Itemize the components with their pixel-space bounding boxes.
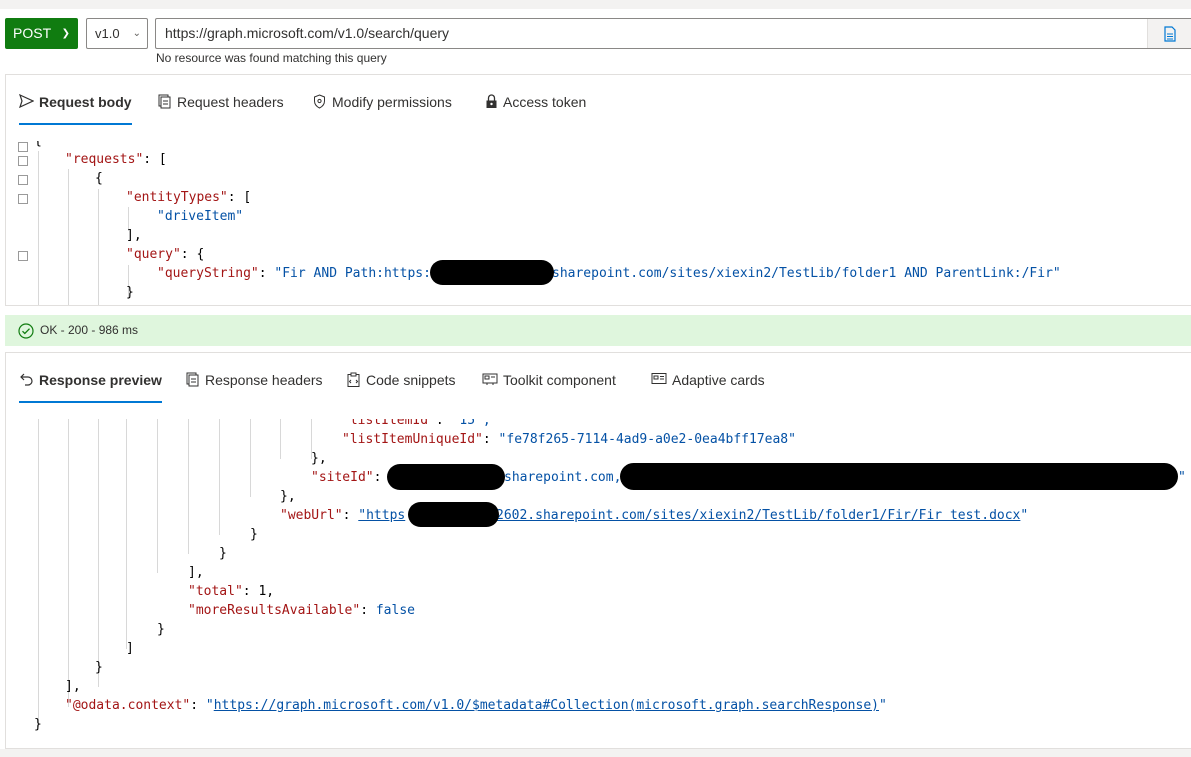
- document-icon: [158, 94, 171, 109]
- top-strip: [0, 0, 1191, 9]
- code-line: "moreResultsAvailable": false: [188, 603, 415, 618]
- tab-toolkit-component[interactable]: Toolkit component: [482, 371, 616, 399]
- fold-toggle[interactable]: [18, 142, 28, 152]
- redaction-mark: [408, 502, 499, 527]
- method-dropdown[interactable]: POST ❯: [5, 18, 78, 49]
- fold-toggle[interactable]: [18, 251, 28, 261]
- indent-guide: [68, 169, 69, 305]
- indent-guide: [250, 419, 251, 497]
- tab-request-body[interactable]: Request body: [19, 93, 132, 125]
- tab-modify-permissions[interactable]: Modify permissions: [312, 93, 452, 121]
- code-line: }: [34, 717, 42, 732]
- undo-icon: [20, 373, 33, 386]
- code-line: "listItemUniqueId": "fe78f265-7114-4ad9-…: [342, 432, 796, 447]
- url-text: https://graph.microsoft.com/v1.0/search/…: [165, 25, 450, 41]
- code-line: "@odata.context": "https://graph.microso…: [65, 698, 887, 713]
- fold-toggle[interactable]: [18, 175, 28, 185]
- code-line: 2602.sharepoint.com/sites/xiexin2/TestLi…: [496, 508, 1029, 523]
- response-tabs: Response preview Response headers Code s…: [6, 353, 1191, 419]
- code-line: "total": 1,: [188, 584, 275, 599]
- indent-guide: [188, 419, 189, 554]
- check-circle-icon: [18, 322, 34, 339]
- code-line: "webUrl": "https: [280, 508, 406, 523]
- method-label: POST: [13, 25, 52, 41]
- version-label: v1.0: [95, 26, 120, 41]
- code-line: "siteId":: [311, 470, 390, 485]
- code-line: sharepoint.com,a: [504, 470, 630, 485]
- redaction-mark: [387, 464, 505, 490]
- tab-adaptive-cards[interactable]: Adaptive cards: [651, 371, 765, 399]
- chevron-down-icon: ⌄: [132, 28, 141, 39]
- indent-guide: [157, 419, 158, 573]
- code-line: ]: [126, 641, 134, 656]
- lock-icon: [486, 94, 497, 108]
- document-icon: [186, 372, 199, 387]
- code-line: "driveItem": [157, 209, 244, 224]
- indent-guide: [38, 419, 39, 727]
- component-icon: [482, 373, 498, 385]
- code-line: "listItemId": "15",: [342, 419, 491, 428]
- code-line: },: [311, 451, 327, 466]
- tab-code-snippets[interactable]: Code snippets: [346, 371, 456, 399]
- indent-guide: [280, 419, 281, 459]
- fold-toggle[interactable]: [18, 194, 28, 204]
- response-preview-editor[interactable]: "listItemId": "15", "listItemUniqueId": …: [6, 419, 1191, 749]
- request-body-editor[interactable]: { "requests": [ { "entityTypes": [ "driv…: [6, 141, 1191, 305]
- version-dropdown[interactable]: v1.0 ⌄: [86, 18, 148, 49]
- indent-guide: [98, 189, 99, 305]
- code-line: "requests": [: [65, 152, 167, 167]
- tab-access-token[interactable]: Access token: [485, 93, 586, 121]
- indent-guide: [98, 419, 99, 687]
- url-input[interactable]: https://graph.microsoft.com/v1.0/search/…: [155, 18, 1191, 49]
- code-line: }: [250, 527, 258, 542]
- shield-icon: [314, 94, 325, 109]
- tab-response-headers[interactable]: Response headers: [185, 371, 323, 399]
- indent-guide: [38, 151, 39, 305]
- url-error-message: No resource was found matching this quer…: [156, 51, 387, 65]
- code-line: }: [157, 622, 165, 637]
- response-panel: Response preview Response headers Code s…: [5, 352, 1191, 749]
- code-line: ],: [188, 565, 204, 580]
- card-icon: [651, 373, 667, 384]
- chevron-down-icon: ❯: [61, 28, 70, 39]
- redaction-mark: [620, 463, 1178, 490]
- code-line: }: [219, 546, 227, 561]
- indent-guide: [126, 419, 127, 649]
- send-icon: [19, 94, 34, 108]
- indent-guide: [219, 419, 220, 535]
- clipboard-icon: [347, 372, 360, 387]
- document-icon: [1164, 25, 1176, 42]
- indent-guide: [68, 419, 69, 707]
- tab-request-headers[interactable]: Request headers: [157, 93, 284, 121]
- code-line: "query": {: [126, 247, 205, 262]
- redaction-mark: [430, 260, 554, 285]
- request-tabs: Request body Request headers Modify perm…: [6, 75, 1191, 141]
- code-line: ],: [126, 228, 142, 243]
- tab-response-preview[interactable]: Response preview: [19, 371, 162, 403]
- share-query-button[interactable]: [1147, 19, 1191, 48]
- code-line: }: [95, 660, 103, 675]
- code-line: "entityTypes": [: [126, 190, 252, 205]
- code-line: {: [34, 141, 42, 150]
- code-line: ": [1178, 470, 1186, 485]
- code-line: ],: [65, 679, 81, 694]
- code-line: sharepoint.com/sites/xiexin2/TestLib/fol…: [552, 266, 1061, 281]
- code-line: {: [95, 171, 103, 186]
- status-bar: OK - 200 - 986 ms: [5, 315, 1191, 346]
- fold-toggle[interactable]: [18, 156, 28, 166]
- status-text: OK - 200 - 986 ms: [40, 323, 139, 337]
- request-panel: Request body Request headers Modify perm…: [5, 74, 1191, 306]
- code-line: },: [280, 489, 296, 504]
- code-line: }: [126, 285, 134, 300]
- code-line: "queryString": "Fir AND Path:https:/: [157, 266, 439, 281]
- bottom-strip: [0, 749, 1191, 757]
